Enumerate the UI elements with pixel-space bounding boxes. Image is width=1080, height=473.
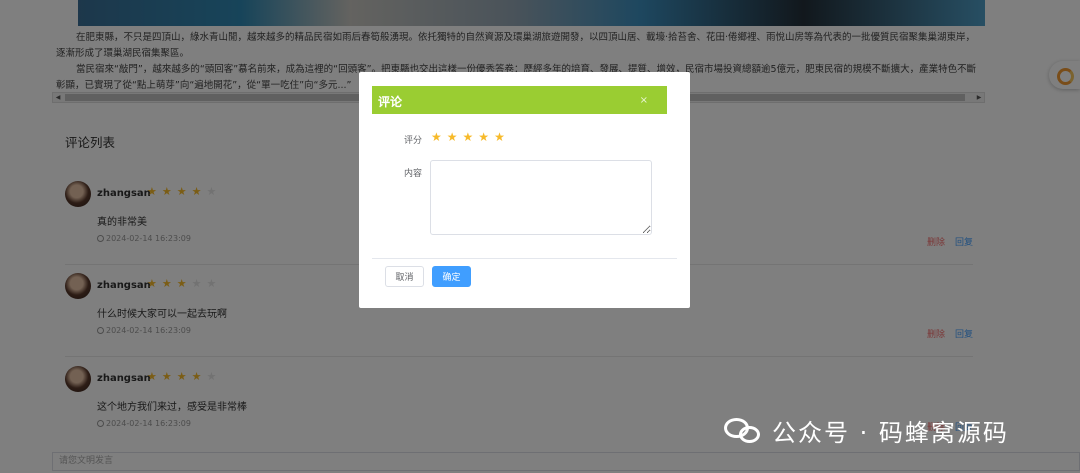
star-icon[interactable]: ★: [431, 130, 447, 144]
content-textarea[interactable]: [430, 160, 652, 235]
score-label: 评分: [404, 136, 423, 146]
star-icon[interactable]: ★: [478, 130, 494, 144]
watermark: 公众号 · 码蜂窝源码: [724, 412, 1009, 448]
star-icon[interactable]: ★: [463, 130, 479, 144]
dialog-header: 评论 ×: [372, 86, 667, 114]
watermark-text: 公众号 · 码蜂窝源码: [772, 418, 1009, 447]
wechat-icon: [724, 415, 764, 445]
comment-dialog: 评论 × 评分 ★★★★★ 内容 取消 确定: [359, 72, 690, 308]
dialog-title: 评论: [378, 95, 403, 109]
cancel-button[interactable]: 取消: [385, 266, 424, 287]
star-icon[interactable]: ★: [447, 130, 463, 144]
star-icon[interactable]: ★: [494, 130, 510, 144]
rating-stars[interactable]: ★★★★★: [431, 130, 510, 144]
content-label: 内容: [404, 169, 423, 179]
dialog-footer-divider: [372, 258, 677, 259]
close-icon[interactable]: ×: [640, 95, 648, 106]
confirm-button[interactable]: 确定: [432, 266, 471, 287]
